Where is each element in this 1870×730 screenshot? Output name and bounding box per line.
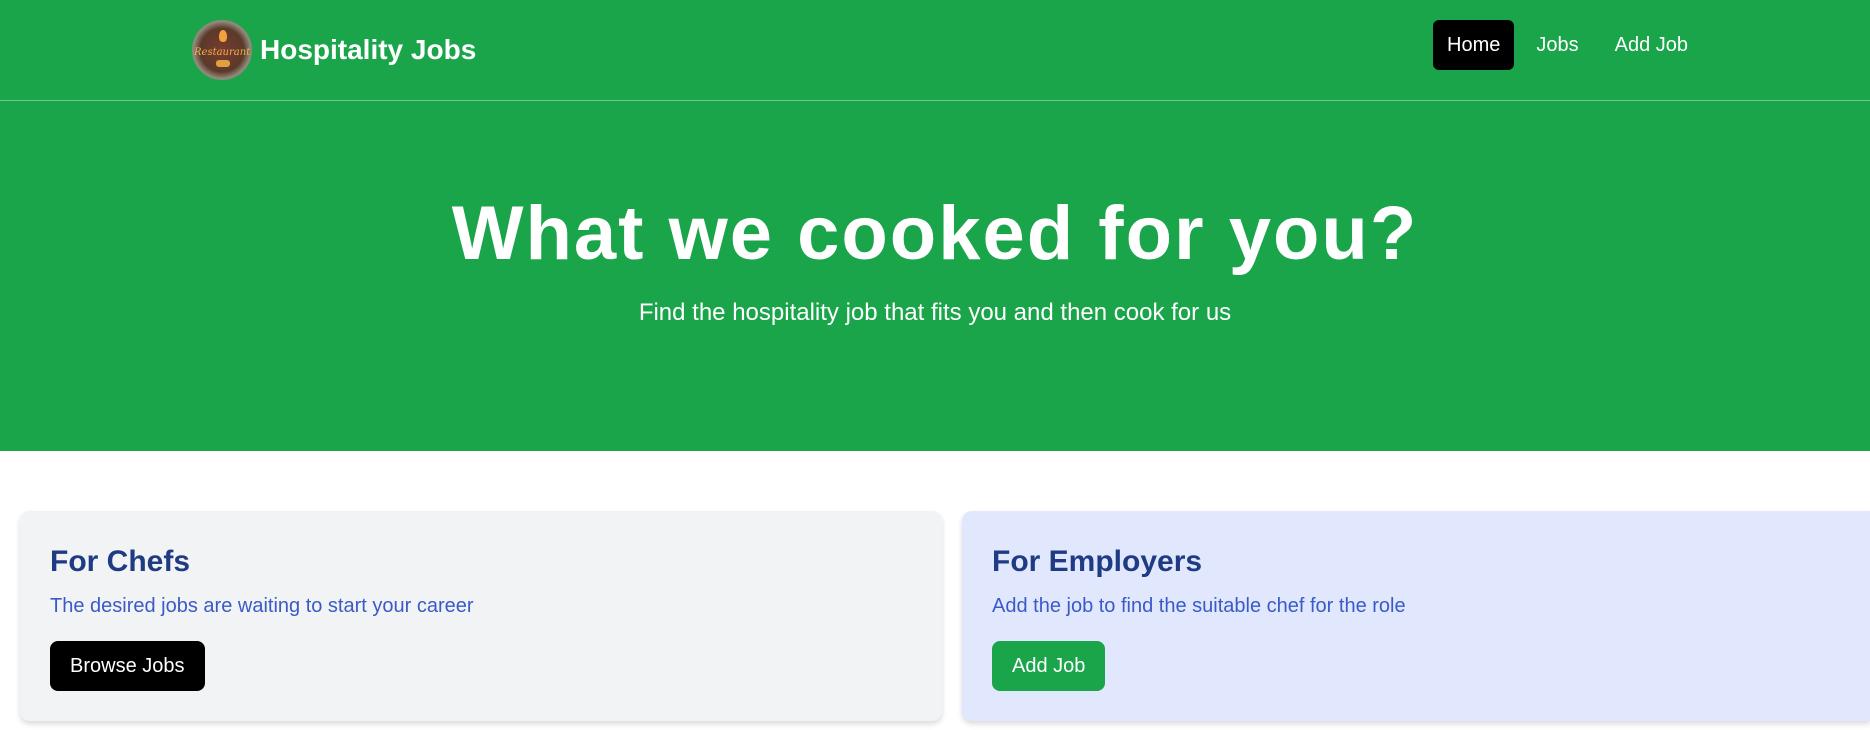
browse-jobs-button[interactable]: Browse Jobs [50, 641, 205, 691]
nav-add-job[interactable]: Add Job [1601, 20, 1702, 70]
employers-card-title: For Employers [992, 545, 1203, 578]
navbar: Restaurant Hospitality Jobs Home Jobs Ad… [0, 0, 1870, 101]
restaurant-logo-icon: Restaurant [192, 20, 252, 80]
hero: What we cooked for you? Find the hospita… [0, 101, 1870, 451]
employers-card: For Employers Add the job to find the su… [962, 511, 1870, 721]
nav-home[interactable]: Home [1433, 20, 1515, 70]
chefs-card-title: For Chefs [50, 545, 191, 578]
main-nav: Home Jobs Add Job [1433, 20, 1702, 70]
add-job-button[interactable]: Add Job [992, 641, 1106, 691]
hero-title: What we cooked for you? [451, 191, 1419, 276]
brand-name[interactable]: Hospitality Jobs [260, 34, 476, 66]
nav-jobs[interactable]: Jobs [1522, 20, 1592, 70]
chefs-card-description: The desired jobs are waiting to start yo… [50, 595, 474, 617]
hero-subtitle: Find the hospitality job that fits you a… [638, 299, 1232, 326]
employers-card-description: Add the job to find the suitable chef fo… [992, 595, 1406, 617]
logo-text: Restaurant [194, 47, 251, 58]
brand[interactable]: Restaurant Hospitality Jobs [192, 20, 476, 80]
chefs-card: For Chefs The desired jobs are waiting t… [20, 511, 942, 721]
